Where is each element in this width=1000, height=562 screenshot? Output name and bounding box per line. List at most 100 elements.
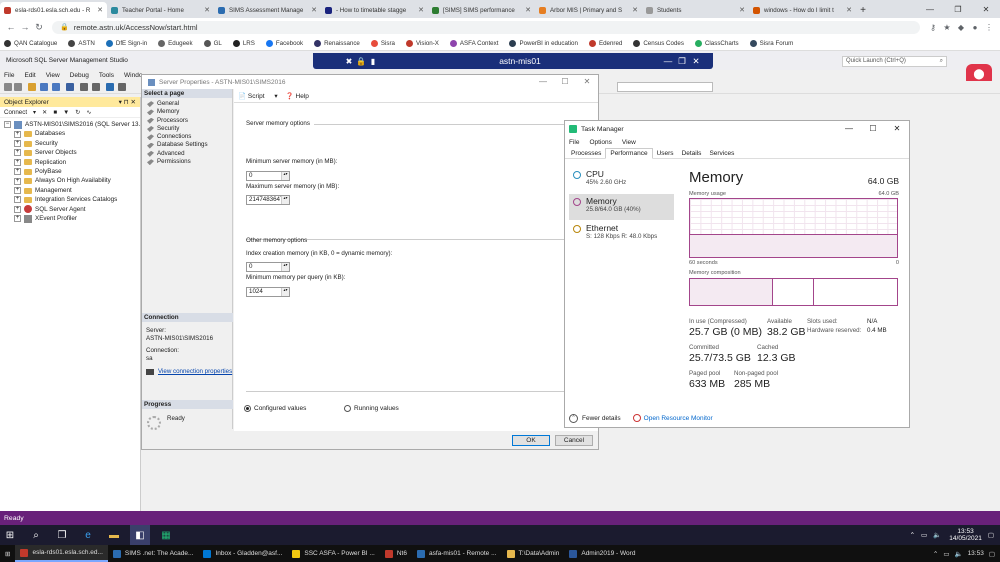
undo-icon[interactable] [80, 83, 88, 91]
remote-clock[interactable]: 13:53 14/05/2021 [949, 528, 982, 542]
menu-item[interactable]: Debug [70, 72, 89, 79]
maximize-icon[interactable]: ❐ [944, 0, 972, 18]
tm-menu-item[interactable]: Options [589, 139, 611, 146]
tab-close-icon[interactable]: ✕ [204, 6, 210, 14]
chevron-up-icon[interactable]: ⌃ [569, 413, 578, 423]
ssms-taskbar-icon[interactable]: ◧ [130, 525, 150, 545]
pin-icon[interactable]: ✖ [343, 57, 355, 66]
tab-close-icon[interactable]: ✕ [525, 6, 531, 14]
page-item[interactable]: Permissions [142, 158, 232, 166]
taskbar-app-item[interactable]: esla-rds01.esla.sch.ed... [15, 545, 108, 562]
tab-close-icon[interactable]: ✕ [846, 6, 852, 14]
script-button[interactable]: 📄 Script ▾ [238, 92, 278, 100]
taskbar-app-item[interactable]: asfa-mis01 - Remote ... [412, 545, 502, 562]
network-icon[interactable]: ▭ [921, 531, 927, 539]
page-item[interactable]: Security [142, 125, 232, 133]
notifications-icon[interactable]: ▢ [988, 531, 994, 539]
taskbar-app-item[interactable]: T:\Data\Admin [502, 545, 565, 562]
tm-tab[interactable]: Services [705, 149, 738, 158]
browser-tab[interactable]: Arbor MIS | Primary and S ✕ [535, 2, 642, 18]
minimize-icon[interactable]: — [532, 75, 554, 89]
expand-icon[interactable]: + [14, 130, 21, 138]
ok-button[interactable]: OK [512, 435, 550, 446]
bookmark-item[interactable]: PowerBI in education [509, 39, 578, 47]
tm-menu-item[interactable]: View [622, 139, 636, 146]
menu-item[interactable]: Tools [99, 72, 114, 79]
tab-close-icon[interactable]: ✕ [632, 6, 638, 14]
pin-icon[interactable]: ▾ ⊓ ✕ [119, 98, 136, 106]
tree-node[interactable]: + XEvent Profiler [14, 214, 136, 223]
notifications-icon[interactable]: ▢ [989, 550, 995, 558]
close-icon[interactable]: ✕ [576, 75, 598, 89]
browser-tab[interactable]: [SIMS] SIMS performance ✕ [428, 2, 535, 18]
bookmark-item[interactable]: Edenred [588, 39, 622, 47]
back-icon[interactable]: ← [4, 22, 18, 32]
volume-icon[interactable]: 🔈 [933, 531, 941, 539]
menu-item[interactable]: Windo [124, 72, 142, 79]
tree-node[interactable]: + Databases [14, 129, 136, 138]
key-icon[interactable]: ⚷ [926, 23, 940, 32]
disconnect-icon[interactable]: ✕ [42, 109, 47, 116]
back-icon[interactable] [4, 83, 12, 91]
extension-icon[interactable]: ◆ [954, 23, 968, 32]
search-icon[interactable]: ⌕ [26, 525, 46, 545]
minimize-icon[interactable]: — [916, 0, 944, 18]
page-item[interactable]: Memory [142, 108, 232, 116]
menu-item[interactable]: Edit [24, 72, 35, 79]
configured-values-radio[interactable]: Configured values [244, 405, 306, 412]
forward-icon[interactable]: → [18, 22, 32, 32]
tab-close-icon[interactable]: ✕ [97, 6, 103, 14]
edge-icon[interactable]: e [78, 525, 98, 545]
chevron-up-icon[interactable]: ⌃ [910, 531, 915, 539]
tm-tab[interactable]: Processes [567, 149, 605, 158]
network-icon[interactable]: ▭ [943, 550, 949, 558]
view-connection-properties-link[interactable]: View connection properties [158, 368, 232, 376]
expand-icon[interactable]: + [14, 168, 21, 176]
browser-tab[interactable]: Students ✕ [642, 2, 749, 18]
new-query-icon[interactable] [106, 83, 114, 91]
browser-tab[interactable]: esla-rds01.esla.sch.edu - R ✕ [0, 2, 107, 18]
rd-restore-icon[interactable]: ❐ [675, 56, 689, 67]
bookmark-item[interactable]: ClassCharts [694, 39, 739, 47]
volume-icon[interactable]: 🔈 [954, 550, 962, 558]
menu-icon[interactable]: ⋮ [982, 23, 996, 32]
collapse-icon[interactable]: − [4, 121, 11, 129]
quick-launch-input[interactable]: Quick Launch (Ctrl+Q) ⌕ [842, 56, 947, 67]
bookmark-item[interactable]: GL [203, 39, 222, 47]
bookmark-item[interactable]: ASTN [68, 39, 95, 47]
forward-icon[interactable] [14, 83, 22, 91]
tab-close-icon[interactable]: ✕ [418, 6, 424, 14]
max-memory-stepper[interactable]: 2147483647 [246, 195, 290, 205]
tm-tab[interactable]: Performance [605, 148, 653, 159]
expand-icon[interactable]: + [14, 149, 21, 157]
activity-icon[interactable]: ∿ [86, 109, 91, 116]
browser-tab[interactable]: windows - How do I limit t ✕ [749, 2, 856, 18]
bookmark-item[interactable]: DfE Sign-in [105, 39, 147, 47]
new-icon[interactable] [28, 83, 36, 91]
perf-item[interactable]: Ethernet S: 128 Kbps R: 48.0 Kbps [569, 221, 674, 247]
taskbar-app-item[interactable]: Nt6 [380, 545, 412, 562]
page-item[interactable]: General [142, 100, 232, 108]
min-query-memory-stepper[interactable]: 1024 [246, 287, 290, 297]
close-icon[interactable]: ✕ [885, 121, 909, 137]
taskbar-app-item[interactable]: Admin2019 - Word [564, 545, 640, 562]
tree-node[interactable]: + Server Objects [14, 148, 136, 157]
tm-menu-item[interactable]: File [569, 139, 579, 146]
tree-node[interactable]: + Replication [14, 158, 136, 167]
page-item[interactable]: Processors [142, 117, 232, 125]
expand-icon[interactable]: + [14, 205, 21, 213]
star-icon[interactable]: ★ [940, 23, 954, 32]
tree-node[interactable]: + PolyBase [14, 167, 136, 176]
menu-item[interactable]: File [4, 72, 14, 79]
taskbar-app-item[interactable]: SIMS .net: The Acade... [108, 545, 199, 562]
browser-tab[interactable]: SIMS Assessment Manage ✕ [214, 2, 321, 18]
bookmark-item[interactable]: Facebook [265, 39, 303, 47]
tree-node[interactable]: + Management [14, 186, 136, 195]
maximize-icon[interactable]: ☐ [554, 75, 576, 89]
windows-start-icon[interactable]: ⊞ [0, 545, 15, 562]
url-field[interactable]: 🔒 remote.astn.uk/AccessNow/start.html [52, 20, 920, 34]
tab-close-icon[interactable]: ✕ [739, 6, 745, 14]
refresh-icon[interactable]: ↻ [75, 109, 80, 116]
save-all-icon[interactable] [66, 83, 74, 91]
minimize-icon[interactable]: — [837, 121, 861, 137]
